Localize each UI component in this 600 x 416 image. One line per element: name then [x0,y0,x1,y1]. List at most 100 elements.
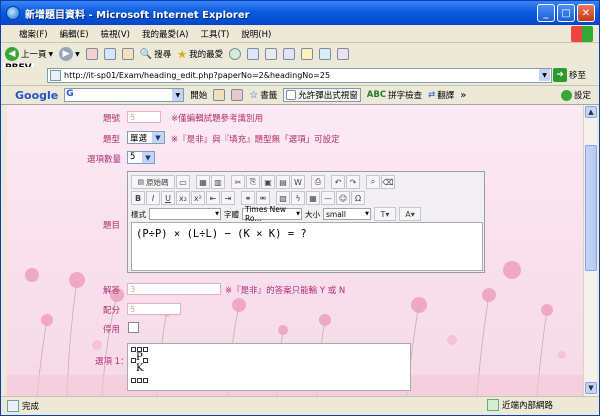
scroll-down-icon[interactable]: ▼ [585,382,597,394]
close-button[interactable]: ✕ [577,4,595,22]
type-select[interactable]: 單選 ▼ [127,131,165,144]
menu-bar: 檔案(F) 編輯(E) 檢視(V) 我的最愛(A) 工具(T) 說明(H) [1,25,599,43]
editor-toolbar-row-2: B I U x₂ x² ⇤ ⇥ ⚭ ⚮ ▨ ϟ ▦ — ☺ Ω [128,191,365,205]
image-icon[interactable]: ▨ [276,191,290,205]
search-button[interactable]: 🔍 搜尋 [139,48,171,61]
menu-file[interactable]: 檔案(F) [19,28,48,40]
spell-check-button[interactable]: ABC 拼字檢查 [367,89,422,101]
new-page-icon[interactable]: ▭ [176,175,190,189]
bg-color-icon[interactable]: A▾ [399,207,421,221]
menu-help[interactable]: 說明(H) [241,28,271,40]
resize-handle[interactable] [143,347,148,352]
resize-handle[interactable] [143,378,148,383]
menu-favorites[interactable]: 我的最愛(A) [142,28,188,40]
answer-value: 3 [130,285,136,294]
source-button[interactable]: ▤ 原始碼 [131,175,175,189]
translate-label: 翻譯 [437,91,455,101]
resize-handle[interactable] [143,358,148,363]
resize-handle[interactable] [137,378,142,383]
print-icon[interactable]: ⎙ [311,175,325,189]
italic-icon[interactable]: I [146,191,160,205]
disabled-checkbox[interactable] [128,322,139,333]
undo-icon[interactable]: ↶ [331,175,345,189]
home-icon[interactable] [121,48,134,60]
forward-button[interactable]: ▶ ▼ [59,47,80,61]
preview-icon[interactable]: ▦ [196,175,210,189]
media-icon[interactable] [229,48,242,60]
more-chevron-icon[interactable]: » [460,90,466,101]
resize-handle[interactable] [137,347,142,352]
paste-word-icon[interactable]: W [291,175,305,189]
subscript-icon[interactable]: x₂ [176,191,190,205]
score-input[interactable]: 5 [127,303,181,315]
indent-icon[interactable]: ⇥ [221,191,235,205]
option1-editor[interactable]: P K [127,343,411,391]
scroll-up-icon[interactable]: ▲ [585,106,597,118]
back-button[interactable]: ◀ 上一頁 ▼ [5,47,53,61]
menu-view[interactable]: 檢視(V) [101,28,130,40]
google-search-input[interactable]: G ▼ [64,88,185,102]
size-select[interactable]: small ▼ [323,208,371,220]
address-input[interactable]: http://it-sp01/Exam/heading_edit.php?pap… [47,68,552,83]
smiley-icon[interactable]: ☺ [336,191,350,205]
translate-button[interactable]: ⇄ 翻譯 [428,89,454,101]
bookmarks-button[interactable]: ☆ 書籤 [249,89,277,102]
news-icon[interactable] [231,89,244,101]
go-button[interactable]: ➜ 移至 [553,68,586,82]
google-logo[interactable]: Google [15,89,58,102]
google-settings-button[interactable]: 設定 [560,89,591,101]
scroll-thumb[interactable] [585,145,597,271]
maximize-button[interactable]: □ [557,4,575,22]
font-select[interactable]: Times New Ro... ▼ [242,205,302,223]
heading-no-label: 題號 [103,114,121,124]
folder-icon[interactable] [301,48,314,60]
font-label: 字體 [224,209,239,219]
vertical-scrollbar[interactable]: ▲ ▼ [583,105,597,396]
outdent-icon[interactable]: ⇤ [206,191,220,205]
text-color-icon[interactable]: T▾ [374,207,396,221]
link-icon[interactable]: ⚭ [241,191,255,205]
stop-icon[interactable] [85,48,98,60]
copy-icon[interactable]: ⎘ [246,175,260,189]
mail-icon[interactable] [265,48,278,60]
rule-icon[interactable]: — [321,191,335,205]
messenger-icon[interactable] [319,48,332,60]
favorites-button[interactable]: ★ 我的最愛 [177,48,223,61]
cut-icon[interactable]: ✂ [231,175,245,189]
underline-icon[interactable]: U [161,191,175,205]
chevron-down-icon[interactable]: ▼ [172,89,184,101]
print-icon[interactable] [283,48,296,60]
google-go-button[interactable]: 開始 [190,89,207,101]
research-icon[interactable] [337,48,350,60]
special-char-icon[interactable]: Ω [351,191,365,205]
menu-tools[interactable]: 工具(T) [200,28,229,40]
minimize-button[interactable]: _ [537,4,555,22]
template-icon[interactable]: ▥ [211,175,225,189]
page-rank-icon[interactable] [213,89,226,101]
table-icon[interactable]: ▦ [306,191,320,205]
eraser-icon[interactable]: ⌫ [381,175,395,189]
popup-blocker-button[interactable]: 允許彈出式視窗 [283,88,361,102]
question-label: 題目 [103,221,121,231]
option-count-select[interactable]: 5 ▼ [127,151,155,164]
bold-icon[interactable]: B [131,191,145,205]
answer-input[interactable]: 3 [127,283,221,295]
menu-edit[interactable]: 編輯(E) [60,28,89,40]
refresh-icon[interactable] [103,48,116,60]
style-select[interactable]: ▼ [149,208,221,220]
redo-icon[interactable]: ↷ [346,175,360,189]
chevron-down-icon[interactable]: ▼ [539,69,550,81]
resize-handle[interactable] [131,347,136,352]
superscript-icon[interactable]: x² [191,191,205,205]
flash-icon[interactable]: ϟ [291,191,305,205]
find-icon[interactable]: ⌕ [366,175,380,189]
paste-text-icon[interactable]: ▤ [276,175,290,189]
paste-icon[interactable]: ▣ [261,175,275,189]
heading-no-input[interactable]: 5 [127,111,161,123]
search-icon: 🔍 [139,48,153,60]
unlink-icon[interactable]: ⚮ [256,191,270,205]
history-icon[interactable] [247,48,260,60]
resize-handle[interactable] [131,378,136,383]
resize-handle[interactable] [131,358,136,363]
question-editor-area[interactable]: (P÷P) × (L÷L) − (K × K) = ? [131,222,483,271]
